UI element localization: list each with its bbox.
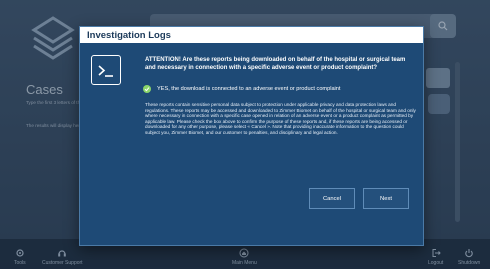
privacy-notice: These reports contain sensitive personal… <box>145 102 416 135</box>
dialog-header: Investigation Logs <box>80 27 423 43</box>
investigation-logs-dialog: Investigation Logs ATTENTION! Are these … <box>79 26 424 246</box>
consent-checkbox[interactable]: YES, the download is connected to an adv… <box>143 85 340 93</box>
next-button[interactable]: Next <box>363 188 409 209</box>
cancel-button[interactable]: Cancel <box>309 188 355 209</box>
terminal-icon <box>91 55 121 85</box>
attention-question: ATTENTION! Are these reports being downl… <box>145 57 406 71</box>
dialog-title: Investigation Logs <box>87 29 171 41</box>
consent-label[interactable]: YES, the download is connected to an adv… <box>157 86 340 92</box>
check-circle-icon[interactable] <box>143 85 151 93</box>
